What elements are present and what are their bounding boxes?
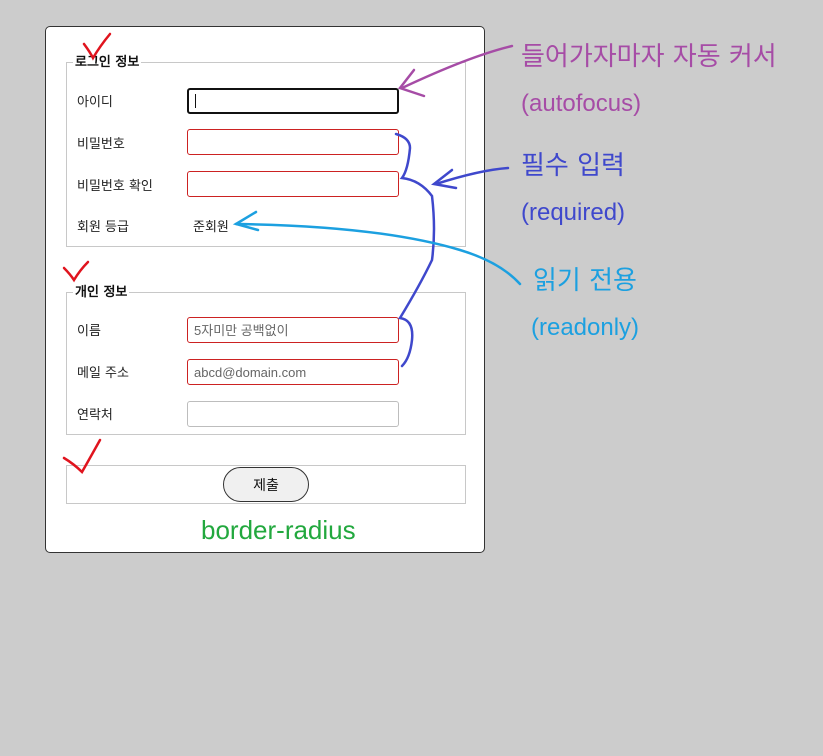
email-input[interactable]: [187, 359, 399, 385]
required-annotation-sub: (required): [521, 199, 626, 226]
autofocus-annotation-title: 들어가자마자 자동 커서: [521, 42, 777, 72]
phone-input[interactable]: [187, 401, 399, 427]
name-input[interactable]: [187, 317, 399, 343]
login-info-legend: 로그인 정보: [73, 51, 142, 70]
submit-button[interactable]: 제출: [223, 467, 309, 502]
readonly-annotation-sub: (readonly): [531, 314, 640, 341]
id-input[interactable]: [187, 88, 399, 114]
password-input[interactable]: [187, 129, 399, 155]
member-grade-readonly-value: 준회원: [193, 220, 229, 235]
phone-label: 연락처: [77, 408, 113, 423]
name-label: 이름: [77, 324, 101, 339]
readonly-annotation-title: 읽기 전용: [533, 266, 637, 296]
login-info-fieldset: 로그인 정보 아이디 비밀번호 비밀번호 확인 회원 등급 준회원: [66, 51, 466, 247]
required-annotation-title: 필수 입력: [521, 151, 625, 181]
password-confirm-input[interactable]: [187, 171, 399, 197]
border-radius-annotation: border-radius: [201, 515, 356, 545]
email-label: 메일 주소: [77, 366, 129, 381]
signup-form: 로그인 정보 아이디 비밀번호 비밀번호 확인 회원 등급 준회원 개인 정보 …: [45, 26, 485, 553]
submit-fieldset: 제출: [66, 465, 466, 504]
password-label: 비밀번호: [77, 137, 125, 152]
personal-info-legend: 개인 정보: [73, 281, 130, 300]
autofocus-annotation-sub: (autofocus): [521, 90, 642, 117]
id-label: 아이디: [77, 95, 113, 110]
password-confirm-label: 비밀번호 확인: [77, 179, 153, 194]
personal-info-fieldset: 개인 정보 이름 메일 주소 연락처: [66, 281, 466, 435]
member-grade-label: 회원 등급: [77, 220, 129, 235]
text-cursor: [195, 94, 196, 108]
